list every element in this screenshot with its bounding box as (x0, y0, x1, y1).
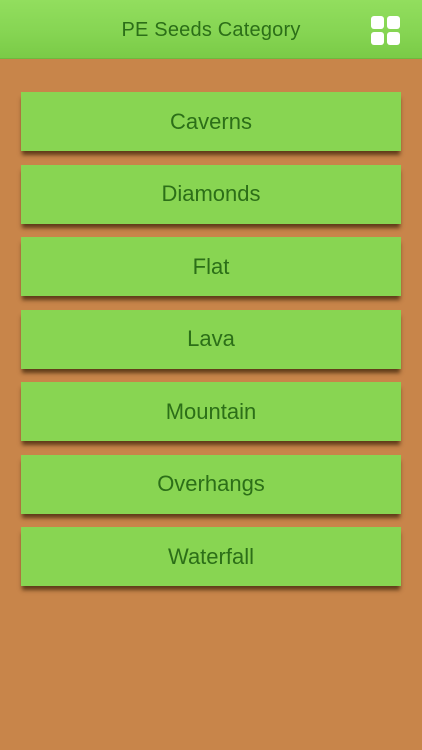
category-button-caverns[interactable]: Caverns (21, 92, 401, 151)
category-button-diamonds[interactable]: Diamonds (21, 164, 401, 224)
grid-icon-square (387, 16, 400, 29)
navigation-bar: PE Seeds Category (0, 0, 422, 59)
category-label: Flat (192, 253, 230, 279)
category-button-flat[interactable]: Flat (21, 237, 401, 296)
grid-icon-square (371, 32, 384, 45)
grid-icon-square (387, 32, 400, 45)
category-button-mountain[interactable]: Mountain (21, 382, 401, 441)
category-button-lava[interactable]: Lava (21, 309, 401, 369)
category-label: Mountain (165, 398, 257, 424)
grid-icon (371, 16, 384, 29)
grid-menu-button[interactable] (371, 16, 401, 46)
category-label: Caverns (170, 108, 252, 134)
category-label: Diamonds (161, 181, 261, 206)
category-label: Waterfall (168, 543, 254, 569)
category-button-overhangs[interactable]: Overhangs (21, 454, 401, 514)
page-title: PE Seeds Category (121, 19, 301, 41)
category-label: Lava (187, 326, 235, 351)
category-list: Caverns Diamonds Flat Lava Mountain Over… (21, 92, 401, 600)
category-button-waterfall[interactable]: Waterfall (21, 527, 401, 586)
category-label: Overhangs (157, 471, 265, 496)
